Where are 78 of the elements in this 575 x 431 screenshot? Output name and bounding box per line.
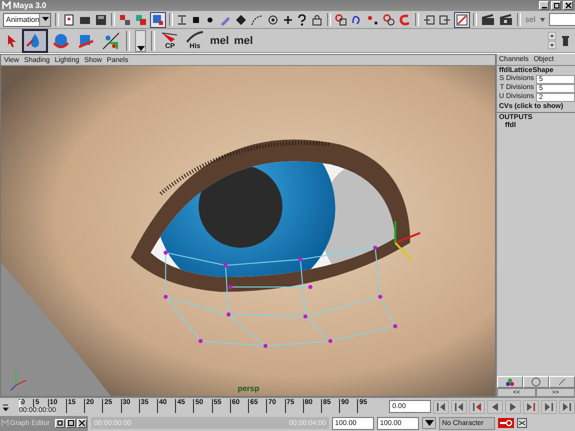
step-icon	[526, 402, 536, 410]
move-manipulator-icon[interactable]	[394, 221, 421, 262]
clapper-icon[interactable]	[481, 14, 496, 26]
lasso-drop-icon[interactable]	[24, 30, 46, 50]
axis-icon	[505, 378, 515, 386]
target-icon[interactable]	[267, 14, 280, 26]
trash-icon[interactable]	[561, 34, 570, 46]
axis-icon	[10, 372, 26, 391]
go-to-end-button[interactable]	[558, 400, 575, 414]
snap-view-icon[interactable]	[383, 14, 396, 26]
triangle-icon	[161, 30, 179, 42]
render-clapper-icon[interactable]	[499, 14, 514, 26]
restore-button[interactable]	[551, 1, 561, 10]
output-icon[interactable]	[439, 14, 452, 26]
window-title: Maya 3.0	[13, 1, 46, 10]
caret-icon	[424, 420, 434, 426]
step-icon	[562, 402, 572, 410]
restore-icon	[57, 420, 63, 426]
document-icon[interactable]	[63, 14, 76, 26]
caret-icon[interactable]	[540, 18, 545, 22]
snap-point-icon[interactable]	[367, 14, 380, 26]
question-icon[interactable]	[297, 14, 308, 26]
maximize-button[interactable]	[66, 418, 76, 428]
curve-icon	[186, 30, 204, 42]
save-icon[interactable]	[95, 14, 108, 26]
select-object-icon[interactable]	[135, 14, 148, 26]
step-forward-button[interactable]	[522, 400, 539, 414]
step-icon	[544, 402, 554, 410]
step-icon	[436, 402, 446, 410]
restore-button[interactable]	[55, 418, 65, 428]
mel-shelf-button[interactable]: mel	[210, 34, 229, 46]
manipulator-icon[interactable]	[101, 30, 121, 50]
next-key-button[interactable]	[540, 400, 557, 414]
shelf-menu-button[interactable]	[135, 30, 146, 52]
close-icon	[79, 420, 85, 426]
input-icon[interactable]	[423, 14, 436, 26]
app-icon	[2, 1, 11, 10]
scroll-up-icon[interactable]	[548, 32, 556, 40]
circle-icon	[531, 377, 541, 387]
play-icon	[508, 402, 518, 410]
quick-select-label[interactable]: sel	[525, 15, 536, 24]
curve-icon[interactable]	[251, 14, 264, 26]
caret-icon	[136, 46, 144, 50]
restore-icon	[552, 2, 560, 9]
step-icon	[472, 402, 482, 410]
play-backward-button[interactable]	[486, 400, 503, 414]
pin-icon	[557, 377, 567, 387]
auto-key-icon[interactable]	[498, 418, 514, 428]
dot-icon[interactable]	[205, 14, 216, 24]
scroll-down-icon[interactable]	[548, 41, 556, 49]
previous-key-button[interactable]	[450, 400, 467, 414]
close-button[interactable]	[563, 1, 573, 10]
pin-button[interactable]	[549, 376, 575, 388]
maximize-icon	[68, 420, 74, 426]
plus-icon[interactable]	[283, 14, 294, 24]
current-frame-marker[interactable]	[19, 400, 22, 407]
minimize-button[interactable]	[539, 1, 549, 10]
step-icon	[454, 402, 464, 410]
preferences-icon[interactable]	[517, 418, 527, 428]
diamond-icon[interactable]	[235, 14, 248, 26]
circle-button[interactable]	[523, 376, 549, 388]
mel-shelf-button[interactable]: mel	[234, 34, 253, 46]
square-icon[interactable]	[191, 14, 202, 24]
axis-button[interactable]	[497, 376, 523, 388]
step-back-button[interactable]	[468, 400, 485, 414]
character-dropdown-button[interactable]	[422, 417, 436, 429]
select-hierarchy-icon[interactable]	[119, 14, 132, 26]
lock-icon[interactable]	[311, 14, 324, 26]
go-to-start-button[interactable]	[432, 400, 449, 414]
close-icon	[564, 2, 572, 9]
app-icon	[1, 419, 9, 427]
play-forward-button[interactable]	[504, 400, 521, 414]
construction-history-icon[interactable]	[455, 12, 470, 26]
select-component-icon[interactable]	[151, 12, 166, 26]
snap-grid-icon[interactable]	[335, 14, 348, 26]
play-icon	[490, 402, 500, 410]
filter-icon[interactable]	[177, 14, 188, 26]
caret-icon	[42, 17, 49, 22]
